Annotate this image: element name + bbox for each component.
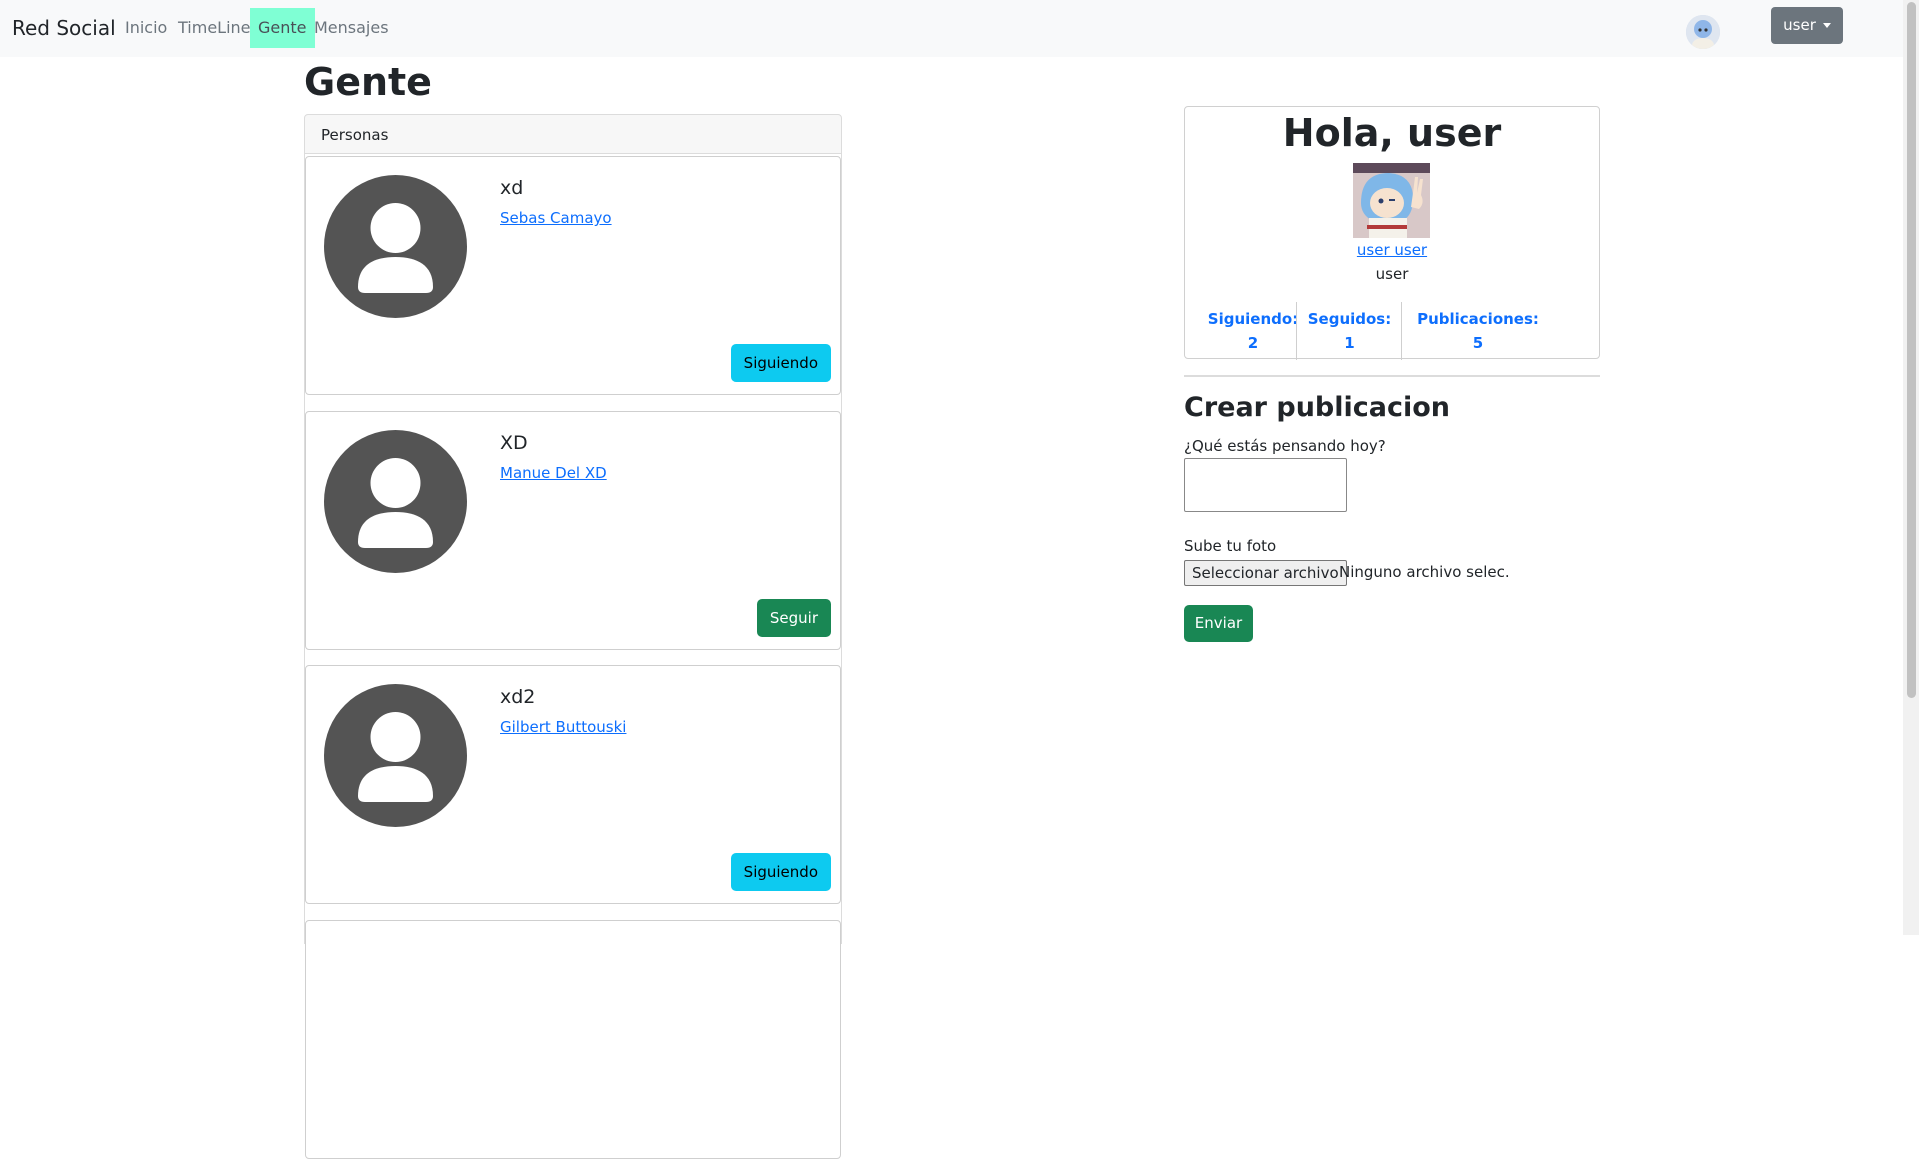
person-card: XD Manue Del XD Seguir (305, 411, 841, 650)
post-textarea[interactable] (1184, 458, 1347, 512)
stat-value: 1 (1344, 334, 1355, 352)
people-header: Personas (304, 114, 842, 154)
person-silhouette-icon (324, 175, 467, 318)
navbar: Red Social Inicio TimeLine Gente Mensaje… (0, 0, 1903, 57)
post-text-label: ¿Qué estás pensando hoy? (1184, 437, 1386, 455)
nav-avatar[interactable] (1686, 15, 1720, 49)
user-dropdown-label: user (1783, 16, 1816, 34)
nav-timeline[interactable]: TimeLine (178, 18, 251, 37)
divider (1184, 375, 1600, 377)
stat-publicaciones[interactable]: Publicaciones: 5 (1407, 307, 1549, 355)
stat-label: Siguiendo: (1207, 310, 1299, 328)
file-status: Ninguno archivo selec. (1339, 563, 1510, 581)
stat-value: 5 (1472, 334, 1484, 352)
person-username: xd (500, 177, 524, 199)
brand[interactable]: Red Social (12, 16, 116, 40)
person-profile-link[interactable]: Manue Del XD (500, 464, 607, 482)
person-card: xd2 Gilbert Buttouski Siguiendo (305, 665, 841, 904)
stat-divider (1401, 302, 1402, 360)
stat-label: Publicaciones: (1417, 310, 1539, 328)
profile-name-link[interactable]: user user (1185, 241, 1599, 259)
profile-username: user (1375, 265, 1409, 283)
following-button[interactable]: Siguiendo (730, 853, 831, 891)
user-dropdown-button[interactable]: user (1771, 7, 1843, 44)
photo-label: Sube tu foto (1184, 537, 1277, 555)
stat-seguidos[interactable]: Seguidos: 1 (1297, 307, 1402, 355)
person-profile-link[interactable]: Gilbert Buttouski (500, 718, 626, 736)
scrollbar-thumb[interactable] (1907, 2, 1916, 698)
create-post-title: Crear publicacion (1184, 392, 1451, 423)
nav-gente[interactable]: Gente (250, 8, 315, 48)
profile-picture (1353, 163, 1430, 238)
person-card (305, 920, 841, 1159)
page-title: Gente (304, 60, 432, 104)
person-card: xd Sebas Camayo Siguiendo (305, 156, 841, 395)
person-silhouette-icon (324, 430, 467, 573)
following-button[interactable]: Siguiendo (730, 344, 831, 382)
stat-label: Seguidos: (1307, 310, 1392, 328)
person-username: xd2 (500, 686, 536, 708)
file-select-button[interactable]: Seleccionar archivo (1184, 560, 1347, 586)
scrollbar[interactable] (1903, 0, 1919, 935)
person-username: XD (500, 432, 528, 454)
stat-siguiendo[interactable]: Siguiendo: 2 (1197, 307, 1309, 355)
nav-inicio[interactable]: Inicio (125, 18, 167, 37)
profile-card: Hola, user user user user Siguiendo: 2 S… (1184, 106, 1600, 360)
greeting: Hola, user (1282, 111, 1502, 155)
submit-button[interactable]: Enviar (1184, 605, 1253, 642)
stat-value: 2 (1247, 334, 1259, 352)
person-silhouette-icon (324, 684, 467, 827)
caret-down-icon (1822, 23, 1831, 28)
person-profile-link[interactable]: Sebas Camayo (500, 209, 612, 227)
nav-mensajes[interactable]: Mensajes (314, 18, 389, 37)
follow-button[interactable]: Seguir (756, 599, 831, 637)
